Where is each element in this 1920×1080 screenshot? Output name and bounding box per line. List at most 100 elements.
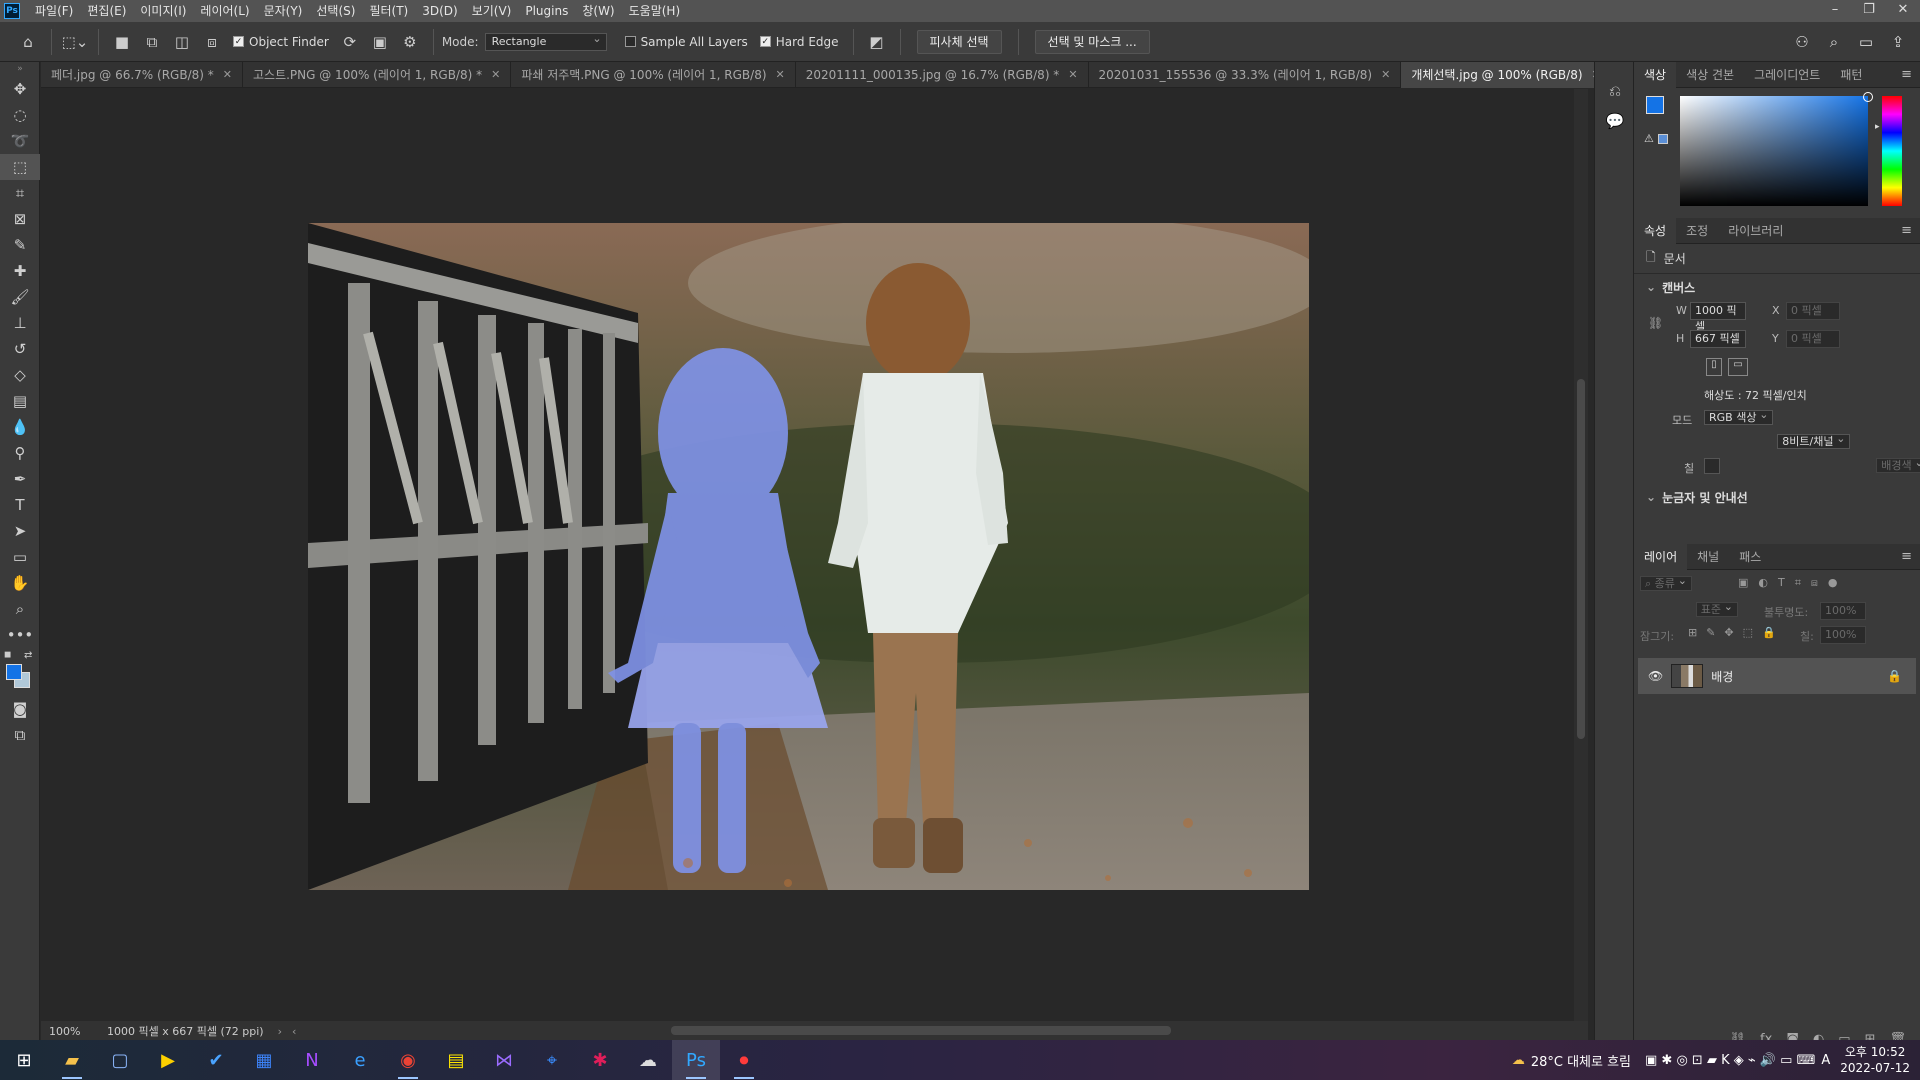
tab-layers[interactable]: 레이어 xyxy=(1634,543,1688,570)
crop-tool-icon[interactable]: ⌗ xyxy=(0,180,40,206)
vertical-scrollbar[interactable] xyxy=(1574,89,1588,1021)
tab-color[interactable]: 색상 xyxy=(1634,61,1677,88)
document-image[interactable] xyxy=(308,223,1309,890)
height-field[interactable]: 667 픽셀 xyxy=(1690,330,1746,348)
history-panel-icon[interactable]: ⎌ xyxy=(1595,76,1635,106)
tab-swatches[interactable]: 색상 견본 xyxy=(1676,62,1744,88)
layer-filter-select[interactable]: ⌕ 종류 xyxy=(1640,576,1692,591)
subtract-selection-icon[interactable]: ◫ xyxy=(170,30,194,54)
tray-icons[interactable]: ▣ ✱ ◎ ⊡ ▰ K ◈ ⌁ 🔊 ▭ ⌨ xyxy=(1645,1053,1815,1068)
tab-patterns[interactable]: 패턴 xyxy=(1830,62,1872,88)
blend-mode-select[interactable]: 표준 xyxy=(1695,602,1738,617)
tool-preset-icon[interactable]: ⬚⌄ xyxy=(62,30,89,54)
close-tab-icon[interactable]: ✕ xyxy=(1381,62,1390,88)
close-tab-icon[interactable]: ✕ xyxy=(776,62,785,88)
scroll-thumb[interactable] xyxy=(1577,379,1585,739)
menu-3d[interactable]: 3D(D) xyxy=(415,0,464,22)
photoshop-logo-icon[interactable]: Ps xyxy=(4,3,20,19)
menu-type[interactable]: 문자(Y) xyxy=(257,0,310,22)
select-and-mask-button[interactable]: 선택 및 마스크 ... xyxy=(1034,29,1150,54)
layer-name[interactable]: 배경 xyxy=(1711,668,1733,685)
chrome-icon[interactable]: ◉ xyxy=(384,1040,432,1080)
horizontal-scrollbar[interactable] xyxy=(671,1026,1171,1035)
brush-tool-icon[interactable]: 🖌 xyxy=(0,284,40,310)
settings-gear-icon[interactable]: ⚙ xyxy=(398,30,422,54)
fill-select[interactable]: 배경색 xyxy=(1876,458,1920,473)
hue-marker-icon[interactable]: ▸ xyxy=(1875,122,1880,132)
layer-filter-icons[interactable]: ▣◐T⌗⧈● xyxy=(1738,576,1848,590)
workspace-icon[interactable]: ▭ xyxy=(1854,30,1878,54)
lock-icons[interactable]: ⊞✎✥⬚🔒 xyxy=(1688,626,1785,639)
comments-panel-icon[interactable]: 💬 xyxy=(1595,106,1635,136)
portrait-icon[interactable]: ▯ xyxy=(1706,358,1722,376)
menu-file[interactable]: 파일(F) xyxy=(28,0,80,22)
search-icon[interactable]: ⌕ xyxy=(1822,30,1846,54)
lasso-tool-icon[interactable]: ➰ xyxy=(0,128,40,154)
hand-tool-icon[interactable]: ✋ xyxy=(0,570,40,596)
panel-menu-icon[interactable]: ≡ xyxy=(1901,544,1912,570)
tab-libraries[interactable]: 라이브러리 xyxy=(1718,218,1793,244)
layer-row[interactable]: 👁 배경 🔒 xyxy=(1638,658,1916,694)
eraser-tool-icon[interactable]: ◇ xyxy=(0,362,40,388)
notes-app-icon[interactable]: ▢ xyxy=(96,1040,144,1080)
select-subject-button[interactable]: 피사체 선택 xyxy=(916,29,1002,54)
show-all-objects-icon[interactable]: ▣ xyxy=(368,30,392,54)
menu-edit[interactable]: 편집(E) xyxy=(80,0,133,22)
menu-image[interactable]: 이미지(I) xyxy=(133,0,193,22)
color-mode-select[interactable]: RGB 색상 xyxy=(1704,410,1774,425)
weather-text[interactable]: 28°C 대체로 흐림 xyxy=(1531,1051,1631,1070)
web-color-chip[interactable] xyxy=(1658,134,1668,144)
history-brush-tool-icon[interactable]: ↺ xyxy=(0,336,40,362)
lock-icon[interactable]: 🔒 xyxy=(1887,669,1902,683)
gamut-warning-icon[interactable]: ⚠ xyxy=(1644,132,1654,145)
weather-icon[interactable]: ☁ xyxy=(1512,1053,1525,1068)
windows-start-icon[interactable]: ⊞ xyxy=(0,1040,48,1080)
bit-depth-select[interactable]: 8비트/채널 xyxy=(1777,434,1851,449)
todo-app-icon[interactable]: ✔ xyxy=(192,1040,240,1080)
foreground-color-swatch[interactable] xyxy=(6,664,22,680)
tab-properties[interactable]: 속성 xyxy=(1634,217,1677,244)
file-explorer-icon[interactable]: ▰ xyxy=(48,1040,96,1080)
calculator-icon[interactable]: ▦ xyxy=(240,1040,288,1080)
close-tab-icon[interactable]: ✕ xyxy=(1068,62,1077,88)
misc-app-icon[interactable]: ☁ xyxy=(624,1040,672,1080)
share-document-icon[interactable]: ⇪ xyxy=(1886,30,1910,54)
eyedropper-tool-icon[interactable]: ✎ xyxy=(0,232,40,258)
close-tab-icon[interactable]: ✕ xyxy=(223,62,232,88)
photoshop-taskbar-icon[interactable]: Ps xyxy=(672,1040,720,1080)
sample-all-layers-checkbox[interactable]: Sample All Layers xyxy=(624,35,748,49)
healing-brush-tool-icon[interactable]: ✚ xyxy=(0,258,40,284)
share-icon[interactable]: ⚇ xyxy=(1790,30,1814,54)
add-selection-icon[interactable]: ⧉ xyxy=(140,30,164,54)
panel-menu-icon[interactable]: ≡ xyxy=(1901,62,1912,88)
swap-colors-icon[interactable]: ⇄ xyxy=(24,650,32,661)
color-cursor[interactable] xyxy=(1863,92,1873,102)
opacity-field[interactable]: 100% xyxy=(1820,602,1866,620)
hue-slider[interactable] xyxy=(1882,96,1902,206)
hard-edge-checkbox[interactable]: ✓ Hard Edge xyxy=(759,35,839,49)
menu-layer[interactable]: 레이어(L) xyxy=(193,0,256,22)
screen-mode-icon[interactable]: ⧉ xyxy=(0,722,40,748)
gradient-tool-icon[interactable]: ▤ xyxy=(0,388,40,414)
canvas-section-header[interactable]: ⌄ 캔버스 xyxy=(1634,274,1920,300)
new-selection-icon[interactable]: ■ xyxy=(110,30,134,54)
close-icon[interactable]: ✕ xyxy=(1886,0,1920,22)
minimize-icon[interactable]: – xyxy=(1818,0,1852,22)
saturation-brightness-field[interactable] xyxy=(1680,96,1868,206)
rulers-section-header[interactable]: ⌄ 눈금자 및 안내선 xyxy=(1634,484,1920,510)
collapse-icon[interactable]: » xyxy=(0,62,40,76)
media-player-icon[interactable]: ▶ xyxy=(144,1040,192,1080)
rectangle-tool-icon[interactable]: ▭ xyxy=(0,544,40,570)
menu-select[interactable]: 선택(S) xyxy=(309,0,362,22)
mode-select[interactable]: Rectangle xyxy=(484,31,607,51)
pen-tool-icon[interactable]: ✒ xyxy=(0,466,40,492)
tab-gradients[interactable]: 그레이디언트 xyxy=(1744,62,1830,88)
internet-explorer-icon[interactable]: e xyxy=(336,1040,384,1080)
chevron-left-icon[interactable]: ‹ xyxy=(292,1025,296,1038)
close-tab-icon[interactable]: ✕ xyxy=(491,62,500,88)
width-field[interactable]: 1000 픽셀 xyxy=(1690,302,1746,333)
tab-adjustments[interactable]: 조정 xyxy=(1676,218,1718,244)
move-tool-icon[interactable]: ✥ xyxy=(0,76,40,102)
zoom-tool-icon[interactable]: ⌕ xyxy=(0,596,40,622)
panel-menu-icon[interactable]: ≡ xyxy=(1901,218,1912,244)
